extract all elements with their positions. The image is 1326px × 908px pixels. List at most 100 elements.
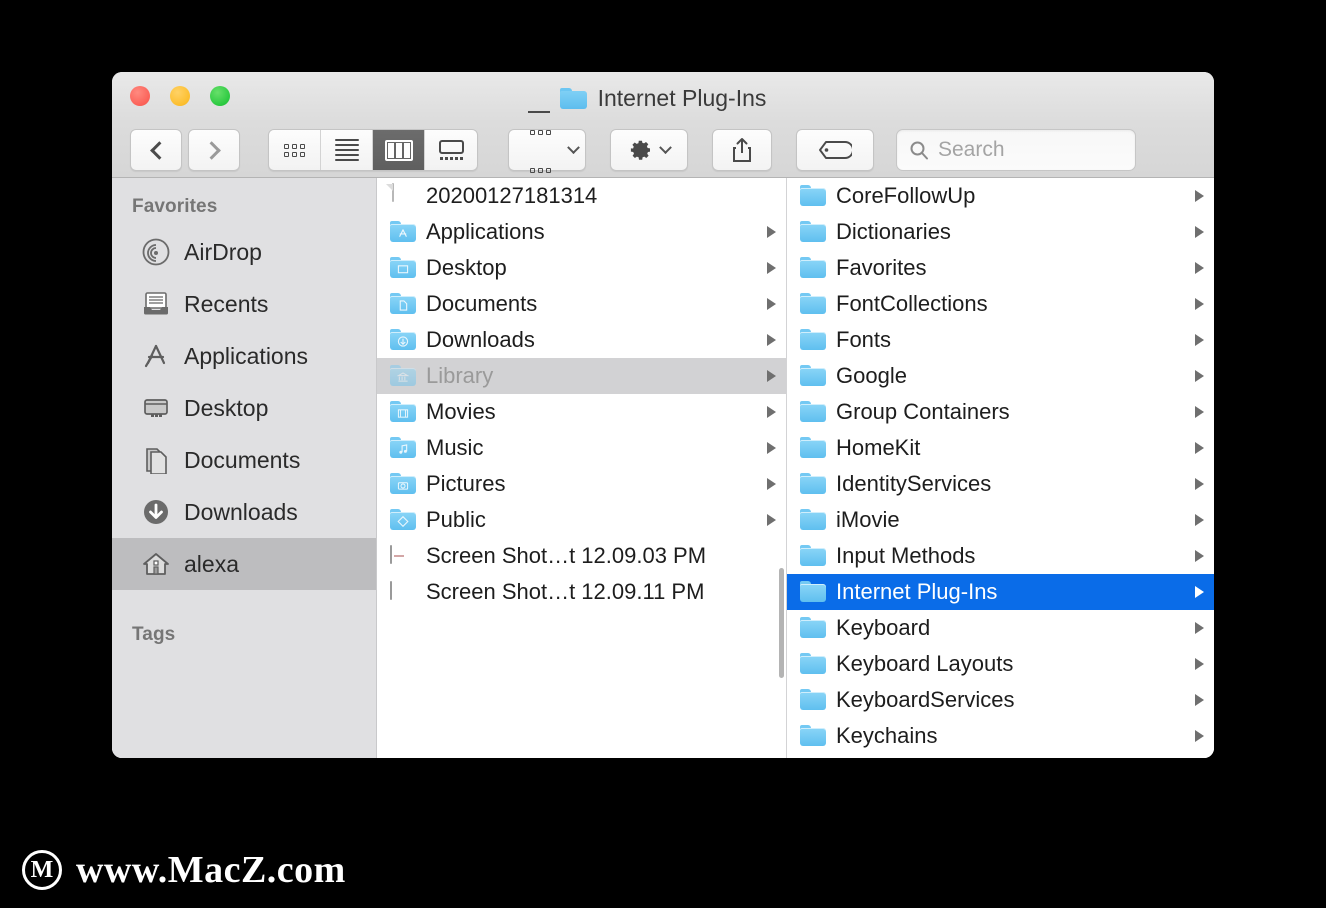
list-item[interactable]: Favorites <box>787 250 1214 286</box>
disclosure-arrow-icon[interactable] <box>1195 694 1204 706</box>
chevron-right-icon <box>201 140 221 160</box>
sidebar-item-alexa[interactable]: alexa <box>112 538 376 590</box>
list-item-label: Movies <box>426 399 496 424</box>
list-item[interactable]: Screen Shot…t 12.09.11 PM <box>377 574 786 610</box>
icon-view-button[interactable] <box>269 130 321 170</box>
sidebar-item-airdrop[interactable]: AirDrop <box>112 226 376 278</box>
folder-icon <box>800 615 826 641</box>
list-item[interactable]: Keyboard <box>787 610 1214 646</box>
list-item-label: KeyboardServices <box>836 687 1015 712</box>
list-item[interactable]: Downloads <box>377 322 786 358</box>
disclosure-arrow-icon[interactable] <box>1195 406 1204 418</box>
watermark-logo-letter: M <box>30 857 54 883</box>
disclosure-arrow-icon[interactable] <box>767 514 776 526</box>
tags-button[interactable] <box>796 129 874 171</box>
coverflow-icon <box>438 140 464 160</box>
list-item-label: Documents <box>426 291 538 316</box>
disclosure-arrow-icon[interactable] <box>1195 298 1204 310</box>
list-item[interactable]: Movies <box>377 394 786 430</box>
sidebar-item-applications[interactable]: Applications <box>112 330 376 382</box>
disclosure-arrow-icon[interactable] <box>767 262 776 274</box>
list-item[interactable]: Music <box>377 430 786 466</box>
action-menu-button[interactable] <box>610 129 688 171</box>
list-item[interactable]: Google <box>787 358 1214 394</box>
column-home[interactable]: 20200127181314 Applications Desktop Docu… <box>377 178 787 758</box>
folder-movies-icon <box>390 399 416 425</box>
list-item[interactable]: IdentityServices <box>787 466 1214 502</box>
navigation-group <box>130 129 240 171</box>
file-icon <box>386 183 416 209</box>
disclosure-arrow-icon[interactable] <box>1195 370 1204 382</box>
list-item[interactable]: 20200127181314 <box>377 178 786 214</box>
list-item[interactable]: Desktop <box>377 250 786 286</box>
disclosure-arrow-icon[interactable] <box>1195 334 1204 346</box>
gallery-view-button[interactable] <box>425 130 477 170</box>
list-view-button[interactable] <box>321 130 373 170</box>
list-item[interactable]: iMovie <box>787 502 1214 538</box>
disclosure-arrow-icon[interactable] <box>1195 730 1204 742</box>
column-scrollbar[interactable] <box>779 568 784 678</box>
window-titlebar: Internet Plug-Ins Search <box>112 72 1214 178</box>
disclosure-arrow-icon[interactable] <box>1195 550 1204 562</box>
disclosure-arrow-icon[interactable] <box>1195 478 1204 490</box>
disclosure-arrow-icon[interactable] <box>1195 586 1204 598</box>
list-item[interactable]: FontCollections <box>787 286 1214 322</box>
list-item[interactable]: Applications <box>377 214 786 250</box>
column-library[interactable]: CoreFollowUp Dictionaries Favorites Font… <box>787 178 1214 758</box>
disclosure-arrow-icon[interactable] <box>767 406 776 418</box>
list-item-label: iMovie <box>836 507 900 532</box>
list-item[interactable]: Dictionaries <box>787 214 1214 250</box>
sidebar: Favorites AirDrop Recents Applications D… <box>112 178 377 758</box>
arrange-button[interactable] <box>508 111 586 174</box>
search-field[interactable]: Search <box>896 129 1136 171</box>
sidebar-item-label: AirDrop <box>184 238 262 265</box>
list-item-label: Public <box>426 507 486 532</box>
list-item[interactable]: Fonts <box>787 322 1214 358</box>
disclosure-arrow-icon[interactable] <box>1195 514 1204 526</box>
list-item[interactable]: KeyboardServices <box>787 682 1214 718</box>
back-button[interactable] <box>130 129 182 171</box>
folder-library-icon <box>390 363 416 389</box>
forward-button[interactable] <box>188 129 240 171</box>
window-title: Internet Plug-Ins <box>112 85 1214 112</box>
search-input[interactable]: Search <box>938 138 1005 162</box>
list-item[interactable]: Library <box>377 358 786 394</box>
list-item[interactable]: Group Containers <box>787 394 1214 430</box>
sidebar-item-documents[interactable]: Documents <box>112 434 376 486</box>
folder-music-icon <box>390 435 416 461</box>
list-item-selected[interactable]: Internet Plug-Ins <box>787 574 1214 610</box>
disclosure-arrow-icon[interactable] <box>1195 262 1204 274</box>
disclosure-arrow-icon[interactable] <box>767 442 776 454</box>
sidebar-item-desktop[interactable]: Desktop <box>112 382 376 434</box>
disclosure-arrow-icon[interactable] <box>1195 658 1204 670</box>
list-item[interactable]: Keyboard Layouts <box>787 646 1214 682</box>
disclosure-arrow-icon[interactable] <box>767 334 776 346</box>
disclosure-arrow-icon[interactable] <box>767 478 776 490</box>
disclosure-arrow-icon[interactable] <box>1195 622 1204 634</box>
list-item[interactable]: Keychains <box>787 718 1214 754</box>
disclosure-arrow-icon[interactable] <box>767 370 776 382</box>
sidebar-item-downloads[interactable]: Downloads <box>112 486 376 538</box>
folder-icon <box>800 723 826 749</box>
list-item[interactable]: Public <box>377 502 786 538</box>
list-item[interactable]: Pictures <box>377 466 786 502</box>
list-item-label: Keyboard Layouts <box>836 651 1014 676</box>
folder-icon <box>800 651 826 677</box>
disclosure-arrow-icon[interactable] <box>1195 190 1204 202</box>
disclosure-arrow-icon[interactable] <box>767 226 776 238</box>
desktop-icon <box>142 394 170 422</box>
list-item-label: Dictionaries <box>836 219 951 244</box>
disclosure-arrow-icon[interactable] <box>1195 442 1204 454</box>
list-item[interactable]: HomeKit <box>787 430 1214 466</box>
sidebar-item-recents[interactable]: Recents <box>112 278 376 330</box>
disclosure-arrow-icon[interactable] <box>1195 226 1204 238</box>
disclosure-arrow-icon[interactable] <box>767 298 776 310</box>
list-item[interactable]: Input Methods <box>787 538 1214 574</box>
column-view-button[interactable] <box>373 130 425 170</box>
share-button[interactable] <box>712 129 772 171</box>
list-item-label: Group Containers <box>836 399 1010 424</box>
list-item[interactable]: CoreFollowUp <box>787 178 1214 214</box>
list-item[interactable]: Screen Shot…t 12.09.03 PM <box>377 538 786 574</box>
list-item-label: Google <box>836 363 907 388</box>
list-item[interactable]: Documents <box>377 286 786 322</box>
